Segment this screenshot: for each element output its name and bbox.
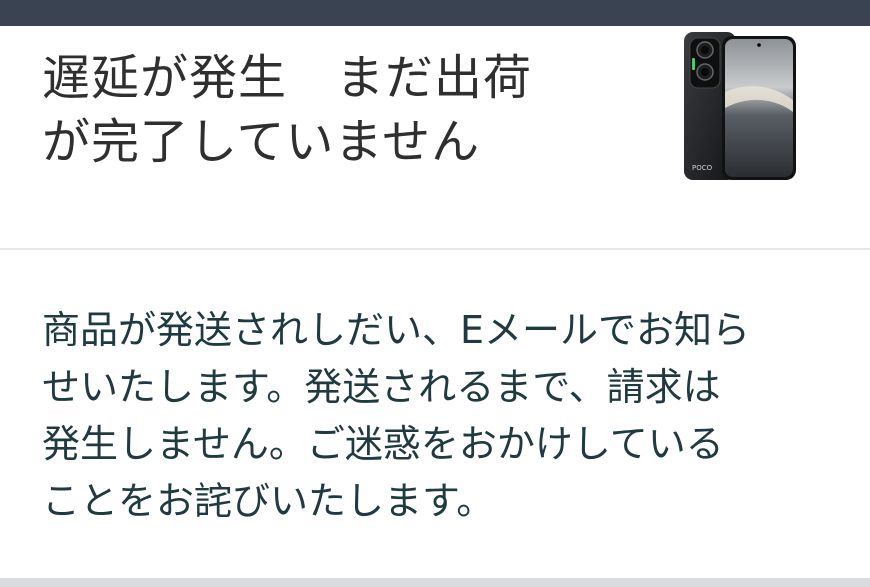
delay-status-title: 遅延が発生 まだ出荷 が完了していません xyxy=(42,50,533,170)
svg-text:POCO: POCO xyxy=(692,164,713,172)
bottom-separator xyxy=(0,578,870,587)
shipping-notice-message: 商品が発送されしだい、Eメールでお知ら せいたします。発送されるまで、請求は 発… xyxy=(42,308,751,523)
top-status-bar xyxy=(0,0,870,26)
product-image[interactable]: POCO xyxy=(682,30,798,182)
smartphone-product-image: POCO xyxy=(684,32,796,180)
